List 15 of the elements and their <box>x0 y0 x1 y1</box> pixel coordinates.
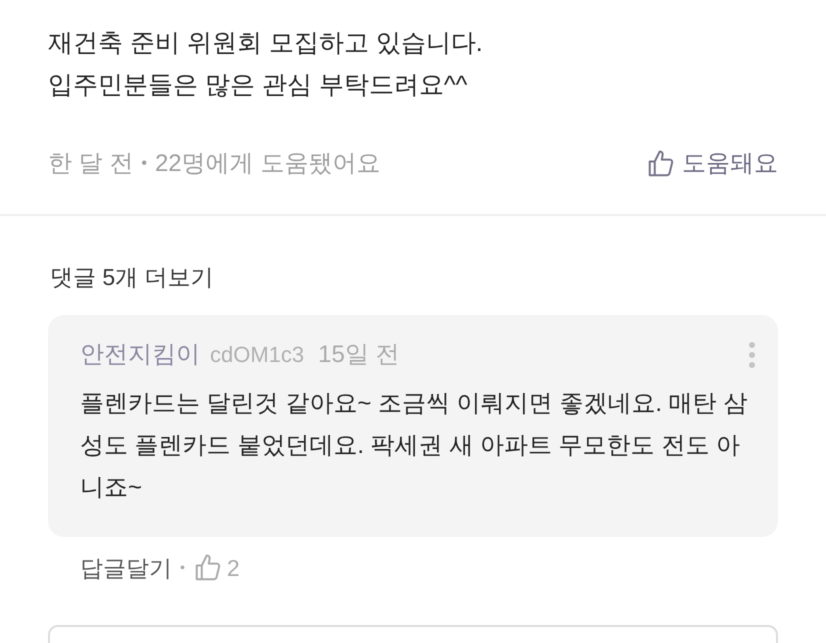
post-time: 한 달 전 <box>48 149 134 179</box>
separator-dot: • <box>180 558 185 578</box>
comment-text: 플렌카드는 달린것 같아요~ 조금씩 이뤄지면 좋겠네요. 매탄 삼성도 플렌카드 붙었던데요. 팍세권 새 아파트 무모한도 전도 아니죠~ <box>80 388 748 502</box>
helped-count: 22명에게 도움됐어요 <box>154 149 380 179</box>
post-text: 입주민분들은 많은 관심 부탁드려요^^ <box>48 70 468 101</box>
reply-link[interactable]: 답글달기 <box>80 550 172 585</box>
comment-author: 안전지킴이 <box>80 340 200 370</box>
helpful-button[interactable]: 도움돼요 <box>646 146 778 182</box>
more-comments-link[interactable]: 댓글 5개 더보기 <box>50 260 214 294</box>
comment-time: 15일 전 <box>318 340 400 370</box>
separator-dot: • <box>141 154 147 174</box>
more-options-icon[interactable] <box>748 342 756 368</box>
user-id: cdOM1c3 <box>210 341 304 369</box>
thumbs-up-icon <box>646 149 676 179</box>
post-text: 재건축 준비 위원회 모집하고 있습니다. <box>48 28 484 59</box>
